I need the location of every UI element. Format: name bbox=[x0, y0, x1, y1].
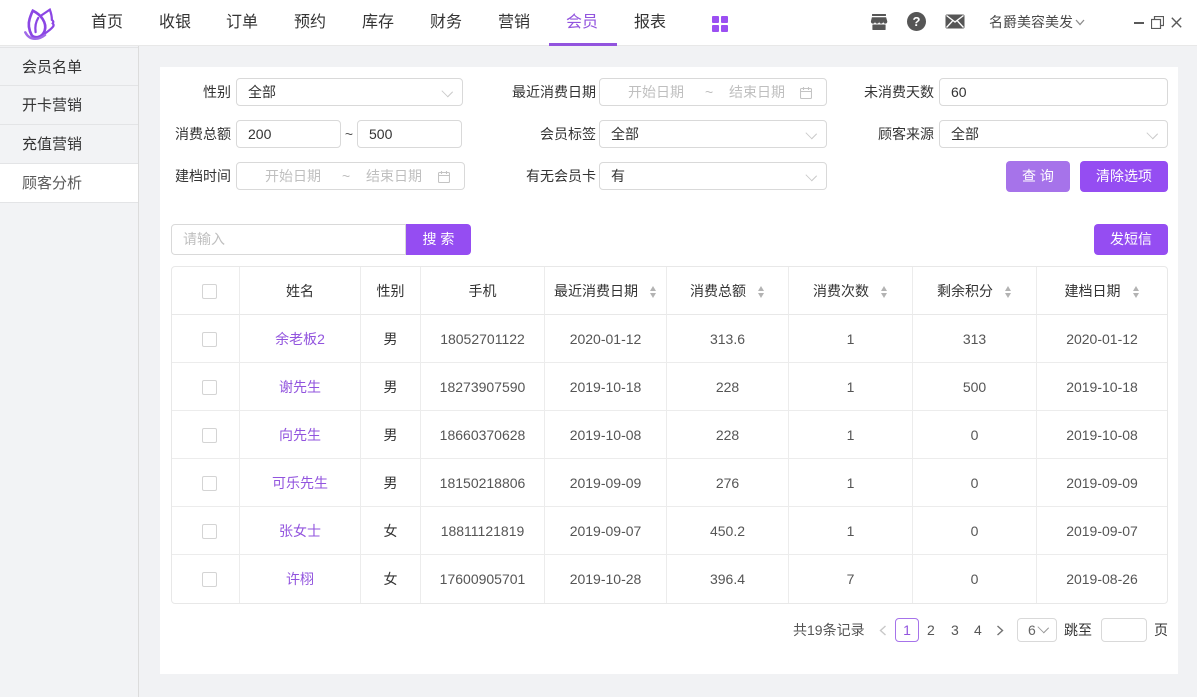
svg-text:?: ? bbox=[913, 14, 921, 29]
